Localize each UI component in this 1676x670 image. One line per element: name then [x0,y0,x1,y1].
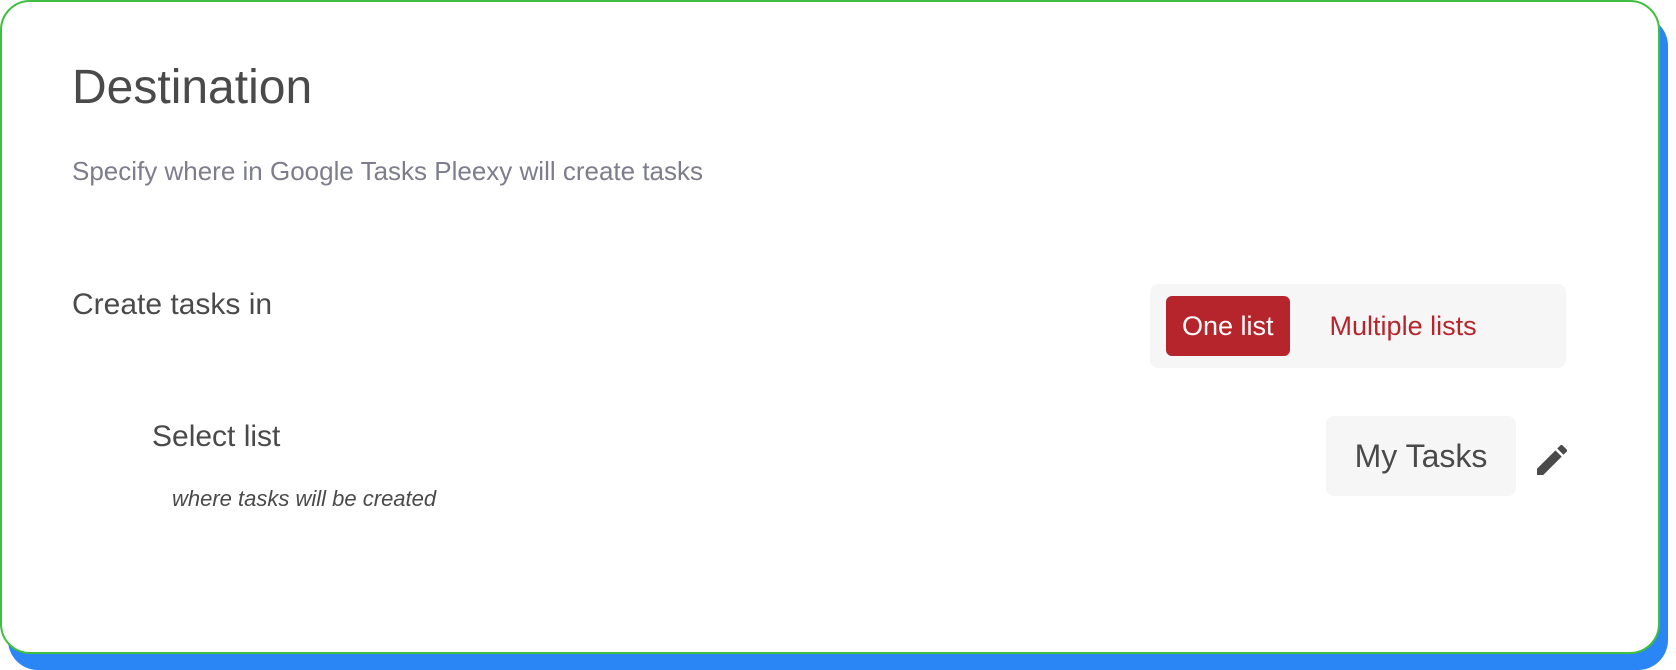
section-title: Destination [72,61,313,114]
multiple-lists-button[interactable]: Multiple lists [1314,296,1493,356]
section-subtitle: Specify where in Google Tasks Pleexy wil… [72,156,704,186]
select-list-hint: where tasks will be created [172,486,437,511]
select-list-label: Select list [152,420,281,453]
pencil-icon[interactable] [1532,440,1572,480]
stage: Destination Specify where in Google Task… [0,0,1676,670]
create-tasks-label: Create tasks in [72,288,273,321]
one-list-button[interactable]: One list [1166,296,1290,356]
selected-list-value[interactable]: My Tasks [1326,416,1516,496]
destination-card: Destination Specify where in Google Task… [0,0,1660,654]
create-tasks-toggle: One list Multiple lists [1150,284,1566,368]
